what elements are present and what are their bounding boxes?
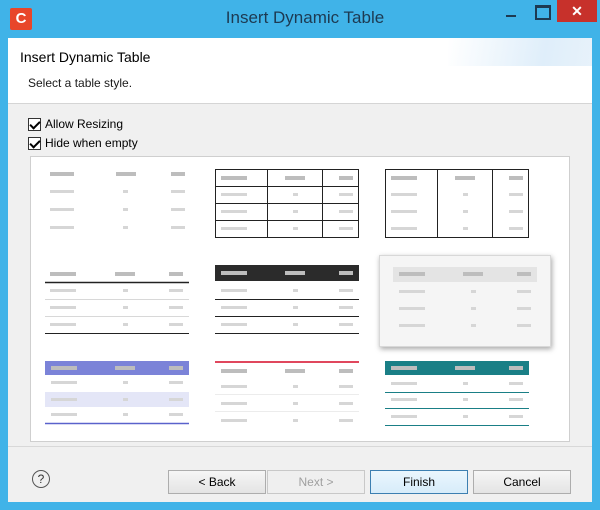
dialog-title: Insert Dynamic Table	[20, 49, 151, 65]
help-icon[interactable]: ?	[32, 470, 50, 488]
header-decoration	[448, 38, 592, 66]
table-style-red-top-rule[interactable]	[215, 361, 365, 431]
table-style-gallery	[30, 156, 570, 442]
checkbox-checked-icon[interactable]	[28, 136, 41, 150]
footer-separator	[8, 446, 592, 447]
cancel-button[interactable]: Cancel	[473, 470, 571, 494]
table-style-teal-header[interactable]	[385, 361, 535, 431]
hide-when-empty-checkbox[interactable]: Hide when empty	[28, 135, 138, 151]
table-style-dark-header[interactable]	[215, 265, 365, 335]
finish-button[interactable]: Finish	[370, 470, 468, 494]
allow-resizing-label: Allow Resizing	[45, 117, 124, 131]
table-style-bordered-grid[interactable]	[215, 169, 365, 239]
dialog-subtitle: Select a table style.	[28, 76, 133, 90]
dialog-body: Insert Dynamic Table Select a table styl…	[8, 38, 592, 502]
table-style-header-rule[interactable]	[45, 265, 195, 335]
dialog-header: Insert Dynamic Table Select a table styl…	[8, 38, 592, 104]
table-style-blue-banded[interactable]	[45, 361, 195, 431]
app-logo-icon: C	[10, 8, 32, 30]
table-style-plain[interactable]	[45, 169, 195, 239]
window-title: Insert Dynamic Table	[225, 8, 385, 27]
next-button[interactable]: Next >	[267, 470, 365, 494]
minimize-button[interactable]	[497, 0, 525, 24]
hide-when-empty-label: Hide when empty	[45, 136, 138, 150]
dialog-window: C Insert Dynamic Table ✕ Insert Dynamic …	[0, 0, 600, 510]
table-style-light-header-card[interactable]	[379, 255, 551, 347]
allow-resizing-checkbox[interactable]: Allow Resizing	[28, 116, 123, 132]
table-style-outer-border-vertical-lines[interactable]	[385, 169, 535, 239]
back-button[interactable]: < Back	[168, 470, 266, 494]
maximize-button[interactable]	[527, 0, 555, 24]
title-bar[interactable]: C Insert Dynamic Table ✕	[0, 0, 600, 38]
checkbox-checked-icon[interactable]	[28, 117, 41, 131]
close-button[interactable]: ✕	[557, 0, 597, 22]
